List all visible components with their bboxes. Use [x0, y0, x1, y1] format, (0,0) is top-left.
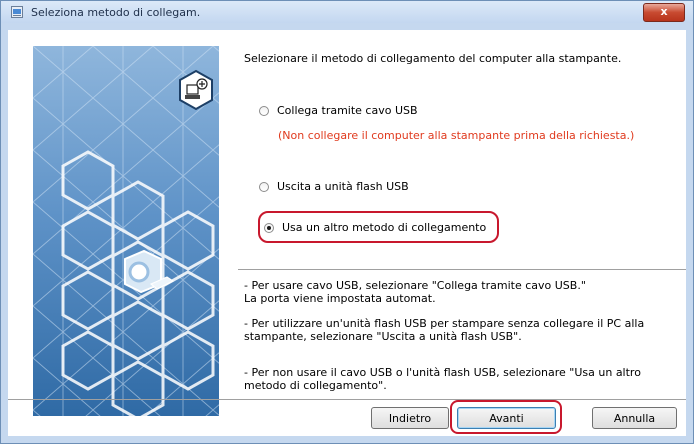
note-other-method: - Per non usare il cavo USB o l'unità fl… — [244, 366, 641, 392]
option-label: Collega tramite cavo USB — [277, 104, 418, 117]
option-usb-cable[interactable]: Collega tramite cavo USB — [259, 104, 418, 117]
option-usb-flash[interactable]: Uscita a unità flash USB — [259, 180, 409, 193]
back-button[interactable]: Indietro — [371, 407, 449, 429]
bottom-divider — [8, 399, 686, 400]
note-usb-cable: - Per usare cavo USB, selezionare "Colle… — [244, 279, 586, 305]
dialog-body: Selezionare il metodo di collegamento de… — [8, 30, 686, 436]
close-button[interactable]: x — [643, 3, 685, 22]
option-other-method[interactable]: Usa un altro metodo di collegamento — [264, 221, 486, 234]
computer-connection-icon — [179, 69, 213, 111]
instruction-text: Selezionare il metodo di collegamento de… — [244, 52, 622, 65]
radio-button[interactable] — [259, 181, 269, 192]
sidebar-illustration — [33, 46, 219, 416]
note-usb-flash: - Per utilizzare un'unità flash USB per … — [244, 317, 645, 343]
next-button[interactable]: Avanti — [457, 407, 556, 429]
title-bar: Seleziona metodo di collegam. x — [1, 1, 693, 23]
cancel-button[interactable]: Annulla — [592, 407, 677, 429]
window-app-icon — [11, 6, 23, 18]
close-icon: x — [660, 5, 668, 18]
divider — [238, 269, 686, 270]
radio-button[interactable] — [259, 105, 269, 116]
window-title: Seleziona metodo di collegam. — [31, 6, 201, 19]
radio-button-selected[interactable] — [264, 222, 274, 233]
option-label: Uscita a unità flash USB — [277, 180, 409, 193]
usb-warning-text: (Non collegare il computer alla stampant… — [278, 129, 635, 142]
option-label: Usa un altro metodo di collegamento — [282, 221, 487, 234]
dialog-window: Seleziona metodo di collegam. x Selezion… — [0, 0, 694, 444]
